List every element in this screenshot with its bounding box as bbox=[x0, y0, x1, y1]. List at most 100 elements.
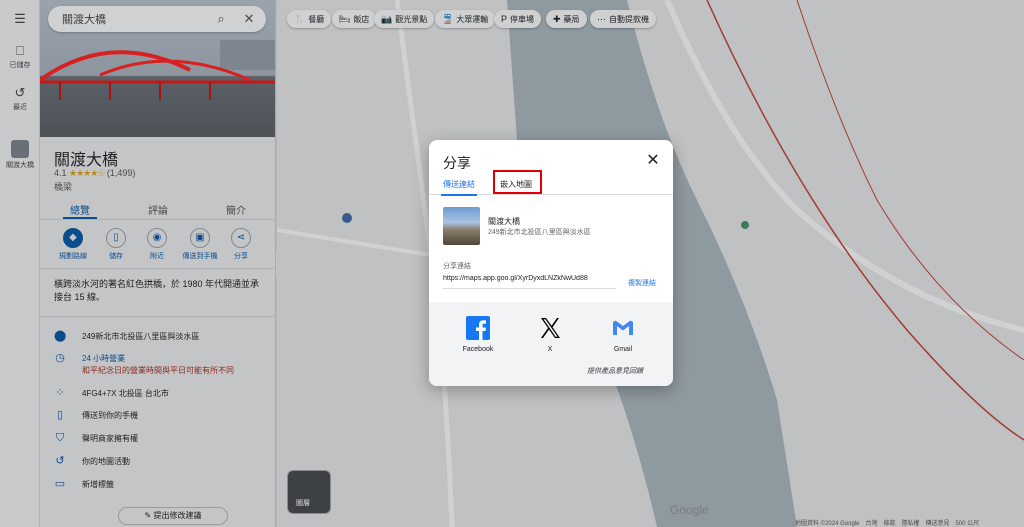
label-icon: ▭ bbox=[54, 478, 66, 490]
chip-label: 停車場 bbox=[510, 15, 535, 24]
bookmark-icon: ▯ bbox=[106, 228, 126, 248]
share-dialog: 分享 ✕ 傳送連結 嵌入地圖 關渡大橋 249新北市北投區八里區與淡水區 分享連… bbox=[429, 140, 673, 386]
facebook-share-button[interactable]: Facebook bbox=[448, 316, 508, 353]
history-icon: ↺ bbox=[14, 85, 26, 100]
chip-hotels[interactable]: 🛏 飯店 bbox=[332, 10, 377, 28]
chip-label: 藥局 bbox=[563, 15, 580, 24]
google-logo: Google bbox=[670, 503, 709, 517]
chip-pharmacies[interactable]: ✚ 藥局 bbox=[546, 10, 587, 28]
x-share-button[interactable]: X bbox=[520, 316, 580, 353]
recent-place-thumbnail bbox=[11, 140, 29, 158]
layers-label: 圖層 bbox=[296, 500, 310, 507]
chip-transit[interactable]: 🚆 大眾運輸 bbox=[435, 10, 496, 28]
send-to-phone-text: 傳送到你的手機 bbox=[82, 411, 138, 420]
shared-place-address: 249新北市北投區八里區與淡水區 bbox=[488, 229, 591, 236]
chip-label: 自動提款機 bbox=[609, 15, 649, 24]
save-label: 儲存 bbox=[109, 253, 123, 260]
claim-business-row[interactable]: ⛉ 聲明商家擁有權 bbox=[40, 432, 275, 448]
map-activity-row[interactable]: ↺ 你的地圖活動 bbox=[40, 455, 275, 471]
feedback-link[interactable]: 提供產品意見回饋 bbox=[587, 366, 643, 376]
chip-parking[interactable]: P 停車場 bbox=[494, 10, 542, 28]
suggest-edit-button[interactable]: ✎ 提出修改建議 bbox=[118, 507, 228, 525]
bed-icon: 🛏 bbox=[339, 14, 351, 24]
place-thumbnail bbox=[443, 207, 480, 245]
place-actions: ◆ 規劃路線 ▯ 儲存 ◉ 附近 ▣ 傳送到手機 ⋖ 分享 bbox=[40, 228, 275, 264]
parking-icon: P bbox=[501, 14, 508, 24]
camera-icon: 📷 bbox=[381, 14, 393, 24]
social-share-area: Facebook X Gmail 提供產品意見回饋 bbox=[429, 302, 673, 386]
nearby-button[interactable]: ◉ 附近 bbox=[137, 228, 177, 261]
left-rail: ☰ ⎕ 已儲存 ↺ 最近 關渡大橋 bbox=[0, 0, 40, 527]
chip-attractions[interactable]: 📷 觀光景點 bbox=[374, 10, 435, 28]
chip-label: 餐廳 bbox=[308, 15, 325, 24]
tab-overview[interactable]: 總覽 bbox=[45, 202, 115, 219]
rating-value: 4.1 bbox=[54, 168, 67, 178]
place-description: 橫跨淡水河的著名紅色拱橋，於 1980 年代開通並承接台 15 線。 bbox=[54, 279, 260, 302]
phone-send-icon: ▯ bbox=[56, 409, 64, 421]
chip-label: 觀光景點 bbox=[395, 15, 428, 24]
share-button[interactable]: ⋖ 分享 bbox=[221, 228, 261, 261]
share-label: 分享 bbox=[234, 253, 248, 260]
divider bbox=[40, 268, 275, 269]
recents-label: 最近 bbox=[13, 104, 27, 111]
send-to-phone-label: 傳送到手機 bbox=[182, 253, 218, 260]
chip-atms[interactable]: ⋯ 自動提款機 bbox=[590, 10, 656, 28]
nearby-label: 附近 bbox=[150, 253, 164, 260]
recent-place-item[interactable]: 關渡大橋 bbox=[0, 140, 40, 170]
divider bbox=[40, 316, 275, 317]
claim-business-text: 聲明商家擁有權 bbox=[82, 434, 138, 443]
bookmark-icon: ⎕ bbox=[16, 43, 24, 58]
review-count[interactable]: (1,499) bbox=[107, 168, 136, 178]
phone-icon: ▣ bbox=[190, 228, 210, 248]
add-label-row[interactable]: ▭ 新增標籤 bbox=[40, 478, 275, 494]
gmail-label: Gmail bbox=[613, 346, 633, 353]
facebook-icon bbox=[466, 316, 490, 340]
history-icon: ↺ bbox=[55, 455, 65, 467]
directions-label: 規劃路線 bbox=[59, 253, 87, 260]
copy-link-button[interactable]: 複製連結 bbox=[628, 278, 656, 288]
search-box: ⌕ ✕ bbox=[48, 6, 266, 32]
place-tabs: 總覽 評論 簡介 bbox=[40, 196, 275, 220]
share-link-label: 分享連結 bbox=[443, 263, 471, 270]
close-icon[interactable]: ✕ bbox=[643, 151, 663, 171]
layers-button[interactable]: 圖層 bbox=[287, 470, 331, 514]
recent-place-label: 關渡大橋 bbox=[6, 162, 34, 169]
fork-knife-icon: 🍴 bbox=[294, 14, 306, 24]
hours-note: 和平紀念日的營業時間與平日可能有所不同 bbox=[82, 366, 234, 375]
search-icon[interactable]: ⌕ bbox=[212, 10, 230, 28]
dialog-tabs: 傳送連結 嵌入地圖 bbox=[429, 176, 673, 196]
tab-about[interactable]: 簡介 bbox=[201, 202, 271, 217]
rating-stars-icon: ★★★★☆ bbox=[69, 168, 105, 178]
dialog-title: 分享 bbox=[443, 155, 471, 171]
x-logo-icon bbox=[541, 318, 560, 338]
shield-icon: ⛉ bbox=[55, 432, 65, 444]
saved-button[interactable]: ⎕ 已儲存 bbox=[0, 44, 40, 70]
share-link-field[interactable]: https://maps.app.goo.gl/XyrDyxdLNZkNwUd8… bbox=[443, 275, 616, 289]
saved-label: 已儲存 bbox=[9, 62, 31, 69]
close-icon[interactable]: ✕ bbox=[240, 10, 258, 28]
plus-code-row[interactable]: ⁘ 4FG4+7X 北投區 台北市 bbox=[40, 387, 275, 403]
add-label-text: 新增標籤 bbox=[82, 480, 114, 489]
gmail-share-button[interactable]: Gmail bbox=[593, 316, 653, 353]
chip-restaurants[interactable]: 🍴 餐廳 bbox=[287, 10, 332, 28]
address-row[interactable]: ⬤ 249新北市北投區八里區與淡水區 bbox=[40, 330, 275, 346]
gmail-icon bbox=[613, 320, 633, 335]
tab-reviews[interactable]: 評論 bbox=[123, 202, 193, 217]
place-type[interactable]: 橋梁 bbox=[54, 180, 72, 193]
menu-button[interactable]: ☰ bbox=[0, 12, 40, 28]
plus-code-icon: ⁘ bbox=[55, 387, 65, 399]
recents-button[interactable]: ↺ 最近 bbox=[0, 86, 40, 112]
send-to-phone-row[interactable]: ▯ 傳送到你的手機 bbox=[40, 409, 275, 425]
hours-text: 24 小時營業 bbox=[82, 354, 126, 363]
more-icon: ⋯ bbox=[597, 14, 606, 24]
location-pin-icon: ⬤ bbox=[54, 330, 67, 342]
address-text: 249新北市北投區八里區與淡水區 bbox=[82, 332, 200, 341]
shared-place-card: 關渡大橋 249新北市北投區八里區與淡水區 bbox=[443, 207, 663, 247]
directions-button[interactable]: ◆ 規劃路線 bbox=[53, 228, 93, 261]
tab-send-link[interactable]: 傳送連結 bbox=[441, 179, 477, 196]
place-panel: 關渡大橋 4.1 ★★★★☆ (1,499) 橋梁 總覽 評論 簡介 ◆ 規劃路線… bbox=[40, 0, 276, 527]
save-button[interactable]: ▯ 儲存 bbox=[96, 228, 136, 261]
search-input[interactable] bbox=[62, 12, 202, 26]
send-to-phone-button[interactable]: ▣ 傳送到手機 bbox=[180, 228, 220, 261]
map-footer[interactable]: 地圖資料 ©2024 Google 台灣 條款 隱私權 傳送意見 500 公尺 bbox=[795, 518, 979, 527]
